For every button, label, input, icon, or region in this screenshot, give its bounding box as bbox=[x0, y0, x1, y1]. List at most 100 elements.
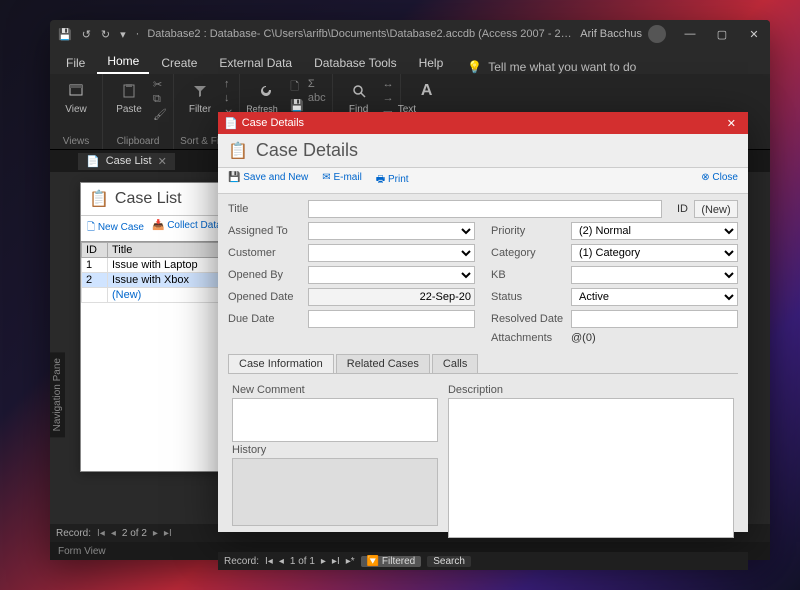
maximize-button[interactable]: ▢ bbox=[706, 20, 738, 48]
history-textarea[interactable] bbox=[232, 458, 438, 526]
form-icon: 📄 bbox=[224, 117, 238, 130]
details-window-title: Case Details bbox=[242, 117, 304, 129]
save-and-new-link[interactable]: 💾 Save and New bbox=[228, 172, 308, 189]
title-label: Title bbox=[228, 203, 302, 215]
priority-select[interactable]: (2) Normal bbox=[571, 222, 738, 240]
goto-button[interactable]: → bbox=[383, 92, 394, 104]
avatar[interactable] bbox=[648, 25, 666, 43]
details-record-label: Record: bbox=[224, 556, 259, 567]
user-name[interactable]: Arif Bacchus bbox=[580, 28, 642, 40]
opened-by-label: Opened By bbox=[228, 269, 302, 281]
format-painter-button[interactable]: 🖌 bbox=[153, 108, 167, 121]
minimize-button[interactable]: — bbox=[674, 20, 706, 48]
details-prev-record-button[interactable]: ◂ bbox=[279, 556, 284, 567]
details-first-record-button[interactable]: I◂ bbox=[265, 556, 273, 567]
description-textarea[interactable] bbox=[448, 398, 734, 538]
assigned-to-select[interactable] bbox=[308, 222, 475, 240]
record-label: Record: bbox=[56, 528, 91, 539]
new-comment-textarea[interactable] bbox=[232, 398, 438, 442]
save-record-button[interactable]: 💾 bbox=[290, 99, 304, 112]
attachments-value[interactable]: @(0) bbox=[571, 332, 738, 344]
category-select[interactable]: (1) Category bbox=[571, 244, 738, 262]
kb-select[interactable] bbox=[571, 266, 738, 284]
spelling-button[interactable]: abc bbox=[308, 92, 326, 104]
close-button[interactable]: ✕ bbox=[738, 20, 770, 48]
case-list-title: Case List bbox=[115, 190, 182, 208]
sort-asc-button[interactable]: ↑ bbox=[224, 78, 233, 90]
tell-me-search[interactable]: 💡 Tell me what you want to do bbox=[467, 60, 636, 74]
views-group-label: Views bbox=[56, 136, 96, 149]
close-link[interactable]: ⊗ Close bbox=[701, 172, 738, 189]
titlebar: 💾 ↺ ↻ ▾ · Database2 : Database- C\Users\… bbox=[50, 20, 770, 48]
view-icon bbox=[68, 83, 84, 99]
paste-button[interactable]: Paste bbox=[109, 76, 149, 115]
priority-label: Priority bbox=[491, 225, 565, 237]
description-label: Description bbox=[448, 384, 734, 396]
prev-record-button[interactable]: ◂ bbox=[111, 528, 116, 539]
app-title: Database2 : Database- C\Users\arifb\Docu… bbox=[147, 28, 572, 40]
close-tab-icon[interactable]: ✕ bbox=[158, 155, 167, 168]
qat-redo-icon[interactable]: ↻ bbox=[101, 28, 110, 41]
opened-date-label: Opened Date bbox=[228, 291, 302, 303]
details-header-icon: 📋 bbox=[228, 141, 248, 161]
tab-home[interactable]: Home bbox=[97, 50, 149, 74]
view-button[interactable]: View bbox=[56, 76, 96, 115]
tab-external-data[interactable]: External Data bbox=[209, 52, 302, 74]
record-position: 2 of 2 bbox=[122, 528, 147, 539]
tab-database-tools[interactable]: Database Tools bbox=[304, 52, 407, 74]
filter-button[interactable]: Filter bbox=[180, 76, 220, 115]
qat-more-icon[interactable]: ▾ bbox=[120, 28, 126, 41]
details-new-record-button[interactable]: ▸* bbox=[346, 556, 355, 567]
case-details-window: 📄 Case Details ✕ 📋 Case Details 💾 Save a… bbox=[218, 112, 748, 532]
details-next-record-button[interactable]: ▸ bbox=[321, 556, 326, 567]
search-box[interactable]: Search bbox=[427, 556, 471, 567]
refresh-icon bbox=[258, 83, 274, 99]
tab-related-cases[interactable]: Related Cases bbox=[336, 354, 430, 373]
resolved-date-label: Resolved Date bbox=[491, 313, 565, 325]
details-titlebar[interactable]: 📄 Case Details ✕ bbox=[218, 112, 748, 134]
email-link[interactable]: ✉ E-mail bbox=[322, 172, 362, 189]
replace-button[interactable]: ↔ bbox=[383, 78, 394, 90]
details-record-bar: Record: I◂ ◂ 1 of 1 ▸ ▸I ▸* 🔽 Filtered S… bbox=[218, 552, 748, 570]
resolved-date-input[interactable] bbox=[571, 310, 738, 328]
tab-help[interactable]: Help bbox=[409, 52, 454, 74]
kb-label: KB bbox=[491, 269, 565, 281]
filtered-indicator[interactable]: 🔽 Filtered bbox=[361, 556, 422, 567]
status-label: Status bbox=[491, 291, 565, 303]
totals-button[interactable]: Σ bbox=[308, 78, 326, 90]
doc-tab-case-list[interactable]: 📄 Case List ✕ bbox=[78, 153, 175, 170]
attachments-label: Attachments bbox=[491, 332, 565, 344]
due-date-input[interactable] bbox=[308, 310, 475, 328]
tab-calls[interactable]: Calls bbox=[432, 354, 478, 373]
copy-button[interactable]: ⧉ bbox=[153, 93, 167, 106]
next-record-button[interactable]: ▸ bbox=[153, 528, 158, 539]
history-label: History bbox=[232, 444, 438, 456]
form-icon: 📄 bbox=[86, 155, 100, 168]
last-record-button[interactable]: ▸I bbox=[164, 528, 172, 539]
tab-create[interactable]: Create bbox=[151, 52, 207, 74]
collect-data-link[interactable]: 📥 Collect Data bbox=[152, 220, 222, 237]
col-id[interactable]: ID bbox=[82, 243, 108, 258]
print-link[interactable]: 🖶 Print bbox=[376, 172, 409, 189]
new-record-button[interactable]: 🗋 bbox=[290, 78, 304, 97]
qat-save-icon[interactable]: 💾 bbox=[58, 28, 72, 41]
first-record-button[interactable]: I◂ bbox=[97, 528, 105, 539]
details-header: Case Details bbox=[256, 140, 358, 161]
status-select[interactable]: Active bbox=[571, 288, 738, 306]
opened-by-select[interactable] bbox=[308, 266, 475, 284]
title-input[interactable] bbox=[308, 200, 662, 218]
find-button[interactable]: Find bbox=[339, 76, 379, 115]
qat-undo-icon[interactable]: ↺ bbox=[82, 28, 91, 41]
cut-button[interactable]: ✂ bbox=[153, 78, 167, 91]
sort-desc-button[interactable]: ↓ bbox=[224, 92, 233, 104]
tab-case-information[interactable]: Case Information bbox=[228, 354, 334, 373]
id-value: (New) bbox=[694, 200, 738, 218]
status-text: Form View bbox=[58, 546, 106, 557]
opened-date-input[interactable] bbox=[308, 288, 475, 306]
tab-file[interactable]: File bbox=[56, 52, 95, 74]
navigation-pane-toggle[interactable]: Navigation Pane bbox=[50, 352, 65, 437]
details-last-record-button[interactable]: ▸I bbox=[332, 556, 340, 567]
new-case-link[interactable]: 🗋 New Case bbox=[87, 220, 144, 237]
details-close-button[interactable]: ✕ bbox=[721, 117, 742, 130]
customer-select[interactable] bbox=[308, 244, 475, 262]
